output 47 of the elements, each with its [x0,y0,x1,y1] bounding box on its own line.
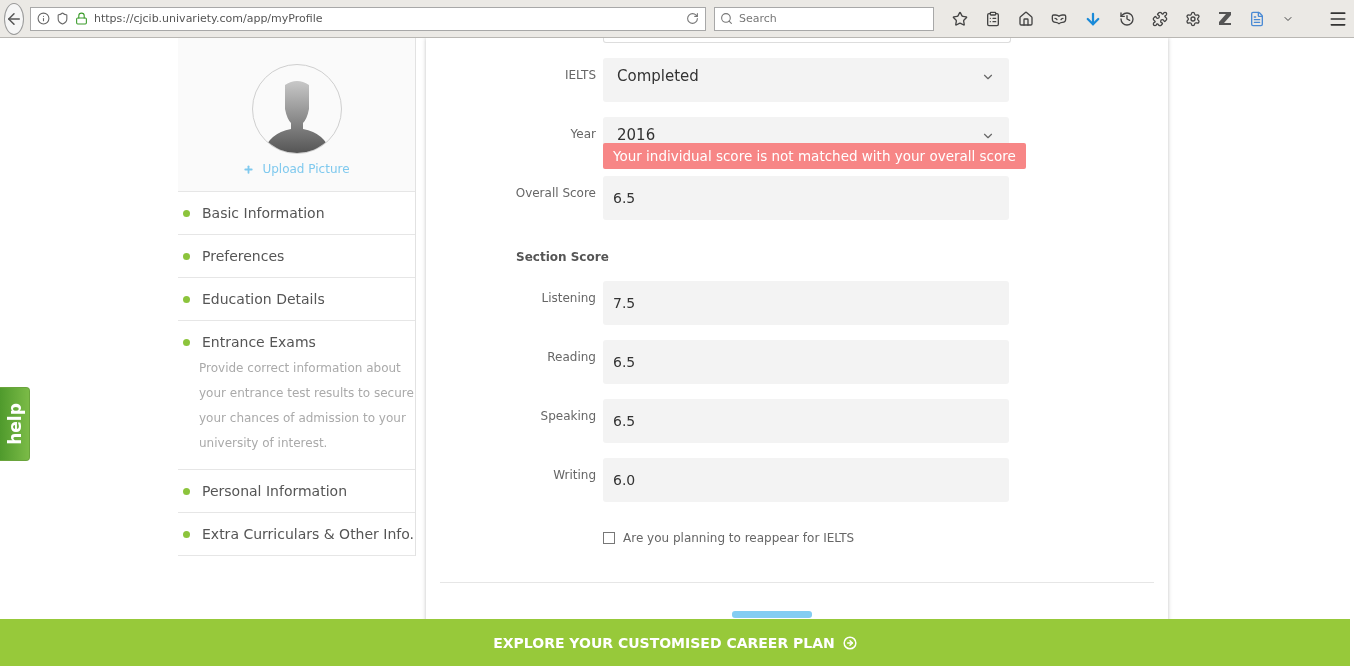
back-button[interactable] [4,2,24,35]
search-field[interactable]: Search [714,6,934,31]
field-label: Reading [546,349,596,366]
bullet-dot [183,209,190,217]
sidebar-item[interactable]: Entrance Exams [202,334,316,350]
settings-icon[interactable] [1185,10,1201,27]
checkbox-label: Are you planning to reappear for IELTS [623,531,855,545]
bullet-dot [183,252,190,260]
select-field[interactable]: Completed [603,58,1009,102]
sidebar-item[interactable]: Personal Information [202,483,347,499]
bullet-dot [183,295,190,303]
input-field[interactable]: 7.5 [603,281,1009,325]
input-field[interactable]: 6.0 [603,458,1009,502]
shield-icon[interactable] [56,12,69,25]
checkbox[interactable] [603,532,615,544]
home-icon[interactable] [1018,10,1034,27]
lock-icon [75,12,88,25]
field-label: Overall Score [514,185,596,202]
field-label: Year [569,126,596,143]
sidebar-item[interactable]: Preferences [202,248,285,264]
reload-icon[interactable] [686,12,699,25]
puzzle-icon[interactable] [1152,10,1168,27]
bullet-dot [183,338,190,346]
history-icon[interactable] [1119,10,1135,27]
z-logo-icon[interactable] [1218,11,1232,26]
sidebar-item[interactable]: Extra Curriculars & Other Info. [202,526,415,542]
field-label: IELTS [563,67,596,84]
sidebar-item[interactable]: Education Details [202,291,325,307]
field-label: Writing [552,467,596,484]
field-label: Listening [540,290,596,307]
address-bar[interactable]: https://cjcib.univariety.com/app/myProfile [30,6,706,31]
star-icon[interactable] [952,10,968,27]
document-icon[interactable] [1249,10,1265,27]
section-heading: Section Score [516,250,610,264]
error-tooltip: Your individual score is not matched with your overall score [603,143,1026,169]
arrow-right-circle-icon [842,635,857,650]
bullet-dot [183,530,190,538]
input-field[interactable]: 6.5 [603,340,1009,384]
info-icon[interactable] [37,12,50,25]
bullet-dot [183,487,190,495]
clipboard-icon[interactable] [985,10,1001,27]
section-description: Provide correct information about your entrance test results to secure your chances of admission to your university of interest. [199,360,415,452]
plus-icon [243,163,255,175]
sidebar-item[interactable]: Basic Information [202,205,325,221]
input-field[interactable]: 6.5 [603,399,1009,443]
search-icon [720,11,733,25]
field-label: Speaking [539,408,596,425]
